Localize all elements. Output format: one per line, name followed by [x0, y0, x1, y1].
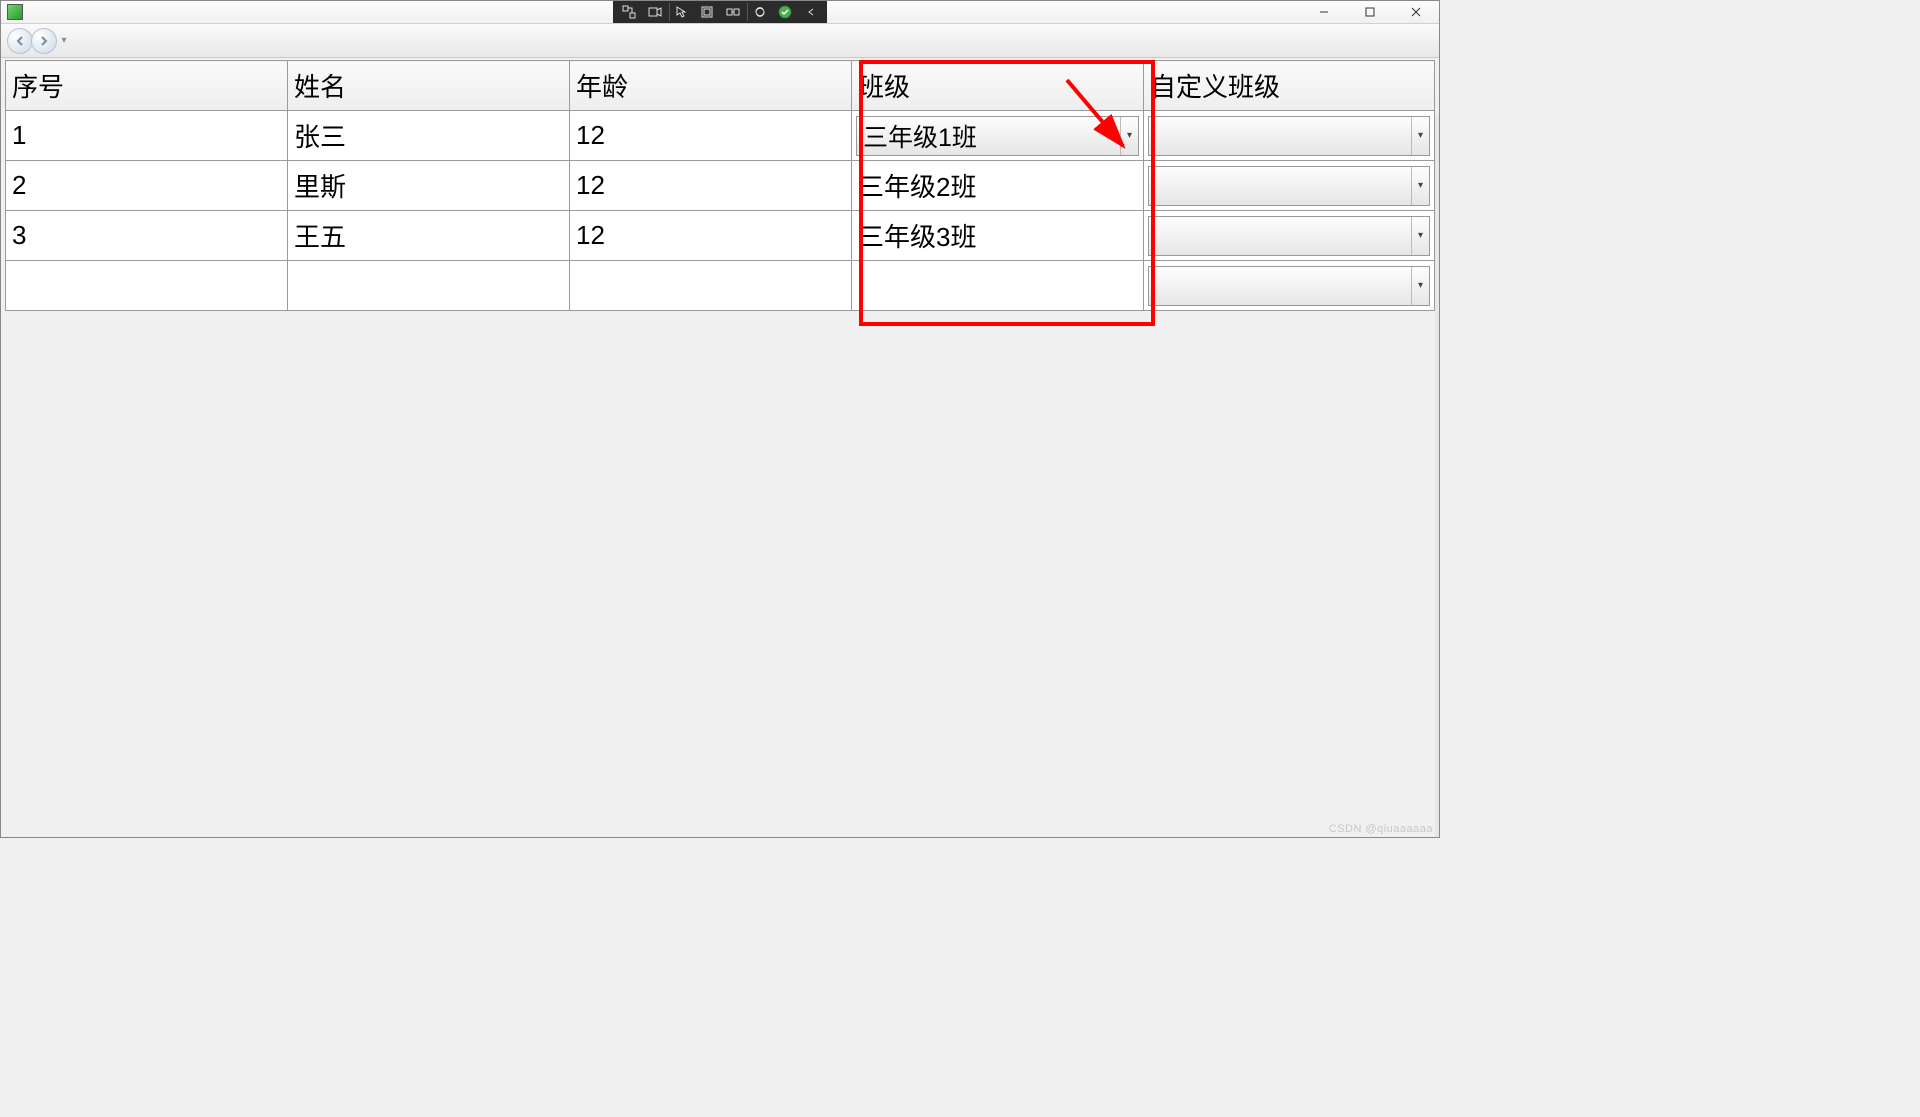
close-button[interactable] — [1393, 1, 1439, 23]
cell-name[interactable] — [288, 261, 570, 311]
dev-toolbar — [613, 1, 827, 23]
cell-age[interactable]: 12 — [570, 211, 852, 261]
cell-class[interactable]: 三年级2班 — [852, 161, 1144, 211]
chevron-down-icon: ▾ — [1411, 117, 1429, 155]
vertical-scrollbar[interactable] — [1435, 115, 1439, 837]
app-icon — [7, 4, 23, 20]
chevron-down-icon: ▾ — [1120, 117, 1138, 155]
header-index[interactable]: 序号 — [6, 61, 288, 111]
title-bar — [1, 1, 1439, 24]
cell-custom-class[interactable]: ▾ — [1144, 161, 1435, 211]
chevron-down-icon: ▾ — [1411, 267, 1429, 305]
cell-name[interactable]: 王五 — [288, 211, 570, 261]
cell-age[interactable]: 12 — [570, 161, 852, 211]
cell-class[interactable] — [852, 261, 1144, 311]
cell-class[interactable]: 三年级3班 — [852, 211, 1144, 261]
cell-custom-class[interactable]: ▾ — [1144, 211, 1435, 261]
cell-index[interactable]: 2 — [6, 161, 288, 211]
header-name[interactable]: 姓名 — [288, 61, 570, 111]
back-button[interactable] — [7, 28, 33, 54]
cell-index[interactable]: 3 — [6, 211, 288, 261]
data-grid: 序号 姓名 年龄 班级 自定义班级 1张三12三年级1班▾ ▾2里斯12三年级2… — [5, 60, 1435, 311]
cell-index[interactable]: 1 — [6, 111, 288, 161]
window-controls — [1301, 1, 1439, 23]
minimize-button[interactable] — [1301, 1, 1347, 23]
collapse-icon[interactable] — [799, 3, 823, 21]
nav-dropdown-icon[interactable]: ▾ — [57, 35, 71, 46]
nav-bar: ▾ — [1, 24, 1439, 58]
custom-class-combobox[interactable]: ▾ — [1148, 166, 1430, 206]
header-age[interactable]: 年龄 — [570, 61, 852, 111]
cell-name[interactable]: 里斯 — [288, 161, 570, 211]
table-row: ▾ — [6, 261, 1435, 311]
app-window: ▾ 序号 姓名 年龄 班级 自定义班级 1张三12三年级1班▾ ▾2里斯12三年… — [0, 0, 1440, 838]
layout-icon[interactable] — [695, 3, 719, 21]
header-row: 序号 姓名 年龄 班级 自定义班级 — [6, 61, 1435, 111]
maximize-button[interactable] — [1347, 1, 1393, 23]
forward-button[interactable] — [31, 28, 57, 54]
track-focus-icon[interactable] — [721, 3, 745, 21]
cell-name[interactable]: 张三 — [288, 111, 570, 161]
select-element-icon[interactable] — [669, 3, 693, 21]
cell-custom-class[interactable]: ▾ — [1144, 261, 1435, 311]
table-row: 3王五12三年级3班 ▾ — [6, 211, 1435, 261]
cell-age[interactable] — [570, 261, 852, 311]
cell-custom-class[interactable]: ▾ — [1144, 111, 1435, 161]
header-custom[interactable]: 自定义班级 — [1144, 61, 1435, 111]
ok-icon[interactable] — [773, 3, 797, 21]
header-class[interactable]: 班级 — [852, 61, 1144, 111]
custom-class-combobox[interactable]: ▾ — [1148, 216, 1430, 256]
class-combobox-value: 三年级1班 — [857, 118, 1120, 154]
table-row: 1张三12三年级1班▾ ▾ — [6, 111, 1435, 161]
cell-class[interactable]: 三年级1班▾ — [852, 111, 1144, 161]
record-icon[interactable] — [643, 3, 667, 21]
chevron-down-icon: ▾ — [1411, 217, 1429, 255]
class-combobox[interactable]: 三年级1班▾ — [856, 116, 1139, 156]
hot-reload-icon[interactable] — [747, 3, 771, 21]
content-area: 序号 姓名 年龄 班级 自定义班级 1张三12三年级1班▾ ▾2里斯12三年级2… — [1, 58, 1439, 837]
chevron-down-icon: ▾ — [1411, 167, 1429, 205]
live-tree-icon[interactable] — [617, 3, 641, 21]
custom-class-combobox[interactable]: ▾ — [1148, 266, 1430, 306]
cell-index[interactable] — [6, 261, 288, 311]
watermark-text: CSDN @qiuaaaaaa — [1329, 823, 1433, 835]
custom-class-combobox[interactable]: ▾ — [1148, 116, 1430, 156]
cell-age[interactable]: 12 — [570, 111, 852, 161]
table-row: 2里斯12三年级2班 ▾ — [6, 161, 1435, 211]
